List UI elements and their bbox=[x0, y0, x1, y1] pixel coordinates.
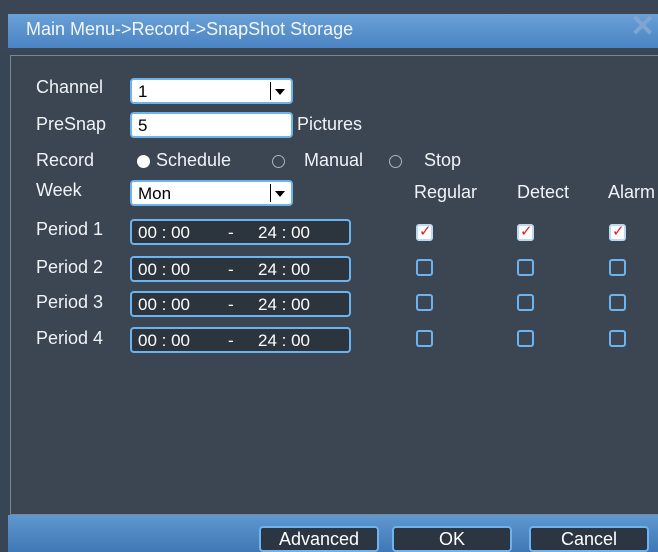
period-1-detect-checkbox[interactable] bbox=[517, 222, 534, 241]
period-2-separator: - bbox=[228, 260, 234, 279]
channel-dropdown[interactable]: 1 bbox=[130, 78, 293, 104]
record-label: Record bbox=[36, 150, 95, 170]
period-2-detect-checkbox[interactable] bbox=[517, 259, 534, 276]
channel-label: Channel bbox=[36, 77, 104, 97]
period-2-label: Period 2 bbox=[36, 257, 104, 277]
week-value: Mon bbox=[138, 184, 172, 203]
period-2-regular-checkbox[interactable] bbox=[416, 259, 433, 276]
window-title: Main Menu->Record->SnapShot Storage bbox=[26, 19, 354, 39]
period-2-end[interactable]: 24 : 00 bbox=[258, 260, 310, 280]
period-4-alarm-checkbox[interactable] bbox=[609, 330, 626, 347]
chevron-down-icon[interactable] bbox=[270, 82, 289, 100]
advanced-button[interactable]: Advanced bbox=[259, 526, 379, 552]
period-3-time[interactable]: 00 : 00 - 24 : 00 bbox=[130, 291, 351, 317]
period-1-separator: - bbox=[228, 223, 234, 242]
period-4-detect-checkbox[interactable] bbox=[517, 330, 534, 347]
period-3-regular-checkbox[interactable] bbox=[416, 294, 433, 311]
period-4-label: Period 4 bbox=[36, 328, 104, 348]
period-3-detect-checkbox[interactable] bbox=[517, 294, 534, 311]
radio-manual[interactable] bbox=[272, 155, 285, 168]
period-4-time[interactable]: 00 : 00 - 24 : 00 bbox=[130, 327, 351, 353]
week-dropdown[interactable]: Mon bbox=[130, 180, 293, 206]
presnap-input[interactable]: 5 bbox=[130, 112, 293, 138]
radio-manual-label[interactable]: Manual bbox=[304, 150, 363, 171]
period-2-alarm-checkbox[interactable] bbox=[609, 259, 626, 276]
week-label: Week bbox=[36, 180, 82, 200]
channel-value: 1 bbox=[138, 82, 148, 101]
radio-stop-label[interactable]: Stop bbox=[424, 150, 461, 171]
period-1-label: Period 1 bbox=[36, 219, 104, 239]
presnap-unit: Pictures bbox=[297, 114, 363, 134]
chevron-down-icon[interactable] bbox=[270, 184, 289, 202]
column-detect: Detect bbox=[517, 182, 570, 202]
period-1-time[interactable]: 00 : 00 - 24 : 00 bbox=[130, 219, 351, 245]
column-regular: Regular bbox=[414, 182, 478, 202]
period-1-start[interactable]: 00 : 00 bbox=[138, 223, 190, 243]
ok-button[interactable]: OK bbox=[392, 526, 512, 552]
period-2-time[interactable]: 00 : 00 - 24 : 00 bbox=[130, 256, 351, 282]
period-3-separator: - bbox=[228, 295, 234, 314]
period-3-end[interactable]: 24 : 00 bbox=[258, 295, 310, 315]
period-1-end[interactable]: 24 : 00 bbox=[258, 223, 310, 243]
period-4-end[interactable]: 24 : 00 bbox=[258, 331, 310, 351]
close-icon[interactable]: ✕ bbox=[630, 12, 655, 42]
period-4-regular-checkbox[interactable] bbox=[416, 330, 433, 347]
snapshot-storage-window: Main Menu->Record->SnapShot Storage ✕ Ch… bbox=[0, 0, 658, 552]
period-1-alarm-checkbox[interactable] bbox=[609, 222, 626, 241]
period-4-start[interactable]: 00 : 00 bbox=[138, 331, 190, 351]
radio-stop[interactable] bbox=[389, 155, 402, 168]
radio-schedule-label[interactable]: Schedule bbox=[156, 150, 231, 171]
title-bar: Main Menu->Record->SnapShot Storage ✕ bbox=[0, 0, 658, 52]
period-4-separator: - bbox=[228, 331, 234, 350]
period-3-alarm-checkbox[interactable] bbox=[609, 294, 626, 311]
period-1-regular-checkbox[interactable] bbox=[416, 222, 433, 241]
cancel-button[interactable]: Cancel bbox=[529, 526, 649, 552]
presnap-label: PreSnap bbox=[36, 114, 107, 134]
presnap-value: 5 bbox=[138, 116, 148, 135]
radio-schedule[interactable] bbox=[137, 155, 150, 168]
column-alarm: Alarm bbox=[608, 182, 656, 202]
period-3-label: Period 3 bbox=[36, 292, 104, 312]
period-2-start[interactable]: 00 : 00 bbox=[138, 260, 190, 280]
period-3-start[interactable]: 00 : 00 bbox=[138, 295, 190, 315]
